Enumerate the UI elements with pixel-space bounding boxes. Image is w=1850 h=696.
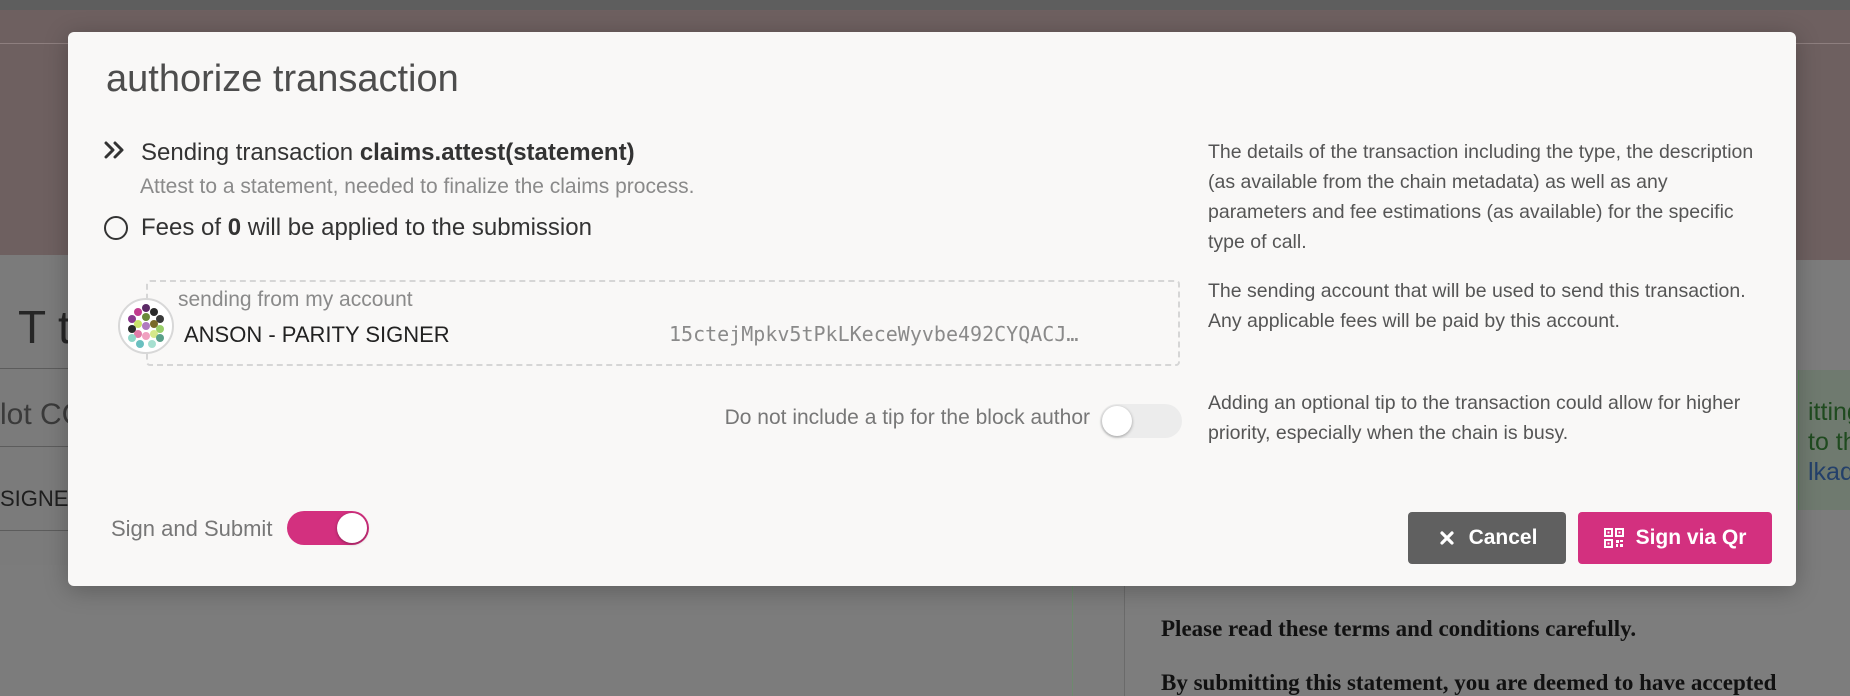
sign-via-qr-button[interactable]: Sign via Qr — [1578, 512, 1772, 564]
green-border-line — [1072, 580, 1073, 696]
terms-line-1: Please read these terms and conditions c… — [1161, 616, 1637, 641]
fee-prefix: Fees of — [141, 214, 228, 241]
transaction-call: claims.attest(statement) — [359, 139, 635, 166]
terms-divider — [1124, 570, 1125, 696]
sign-and-submit-toggle[interactable] — [287, 511, 369, 545]
modal-title: authorize transaction — [106, 58, 459, 100]
app-topbar — [0, 0, 1850, 10]
fee-suffix: will be applied to the submission — [241, 214, 592, 241]
close-icon — [1437, 528, 1457, 548]
qrcode-icon — [1603, 528, 1624, 548]
double-chevron-right-icon — [104, 138, 126, 162]
terms-line-2: By submitting this statement, you are de… — [1161, 670, 1777, 695]
sign-and-submit-knob — [337, 513, 367, 543]
sign-and-submit-label: Sign and Submit — [111, 516, 273, 541]
notice-link-fragment[interactable]: lkado — [1808, 458, 1850, 487]
account-address: 15ctejMpkv5tPkLKeceWyvbe492CYQACJ… — [669, 322, 1079, 346]
account-identicon — [118, 298, 174, 354]
account-field-label: sending from my account — [178, 288, 413, 311]
tip-toggle-knob — [1102, 406, 1132, 436]
cancel-button-label: Cancel — [1468, 526, 1538, 549]
transaction-summary: Sending transaction claims.attest(statem… — [141, 139, 635, 167]
authorize-transaction-modal: authorize transaction Sending transactio… — [68, 32, 1796, 586]
circle-outline-icon — [104, 216, 128, 240]
cancel-button[interactable]: Cancel — [1408, 512, 1566, 564]
transaction-prefix: Sending transaction — [141, 139, 360, 166]
tip-toggle[interactable] — [1100, 404, 1182, 438]
help-transaction-details: The details of the transaction including… — [1208, 141, 1754, 253]
account-name: ANSON - PARITY SIGNER — [184, 322, 450, 347]
notice-fragment-1: itting — [1808, 398, 1850, 426]
tip-toggle-label: Do not include a tip for the block autho… — [724, 406, 1090, 429]
notice-fragment-2: to the — [1808, 428, 1850, 456]
account-signer-fragment: SIGNE — [0, 486, 69, 511]
sign-via-qr-label: Sign via Qr — [1635, 526, 1747, 549]
help-tip: Adding an optional tip to the transactio… — [1208, 392, 1741, 444]
fee-summary: Fees of 0 will be applied to the submiss… — [141, 214, 592, 242]
help-sending-account: The sending account that will be used to… — [1208, 280, 1746, 332]
transaction-description: Attest to a statement, needed to finaliz… — [140, 175, 695, 198]
fee-amount: 0 — [227, 214, 242, 241]
